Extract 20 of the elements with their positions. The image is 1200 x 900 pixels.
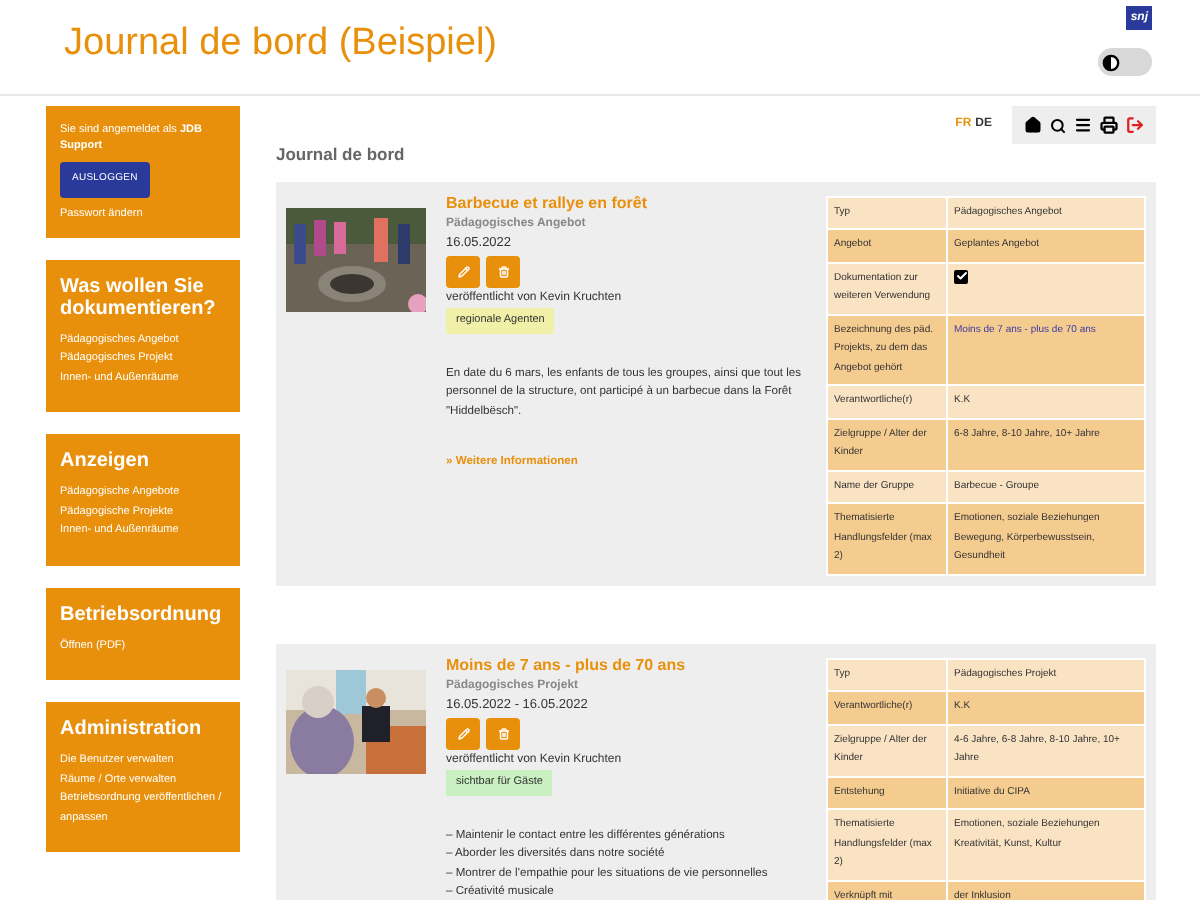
- pencil-icon: [457, 727, 469, 740]
- trash-icon: [497, 727, 509, 740]
- home-icon[interactable]: [1024, 116, 1042, 134]
- trash-icon: [497, 265, 509, 278]
- entry-title[interactable]: Barbecue et rallye en forêt: [446, 191, 806, 214]
- panel-heading: Anzeigen: [60, 450, 151, 473]
- entry-title[interactable]: Moins de 7 ans - plus de 70 ans: [446, 653, 806, 676]
- panel-heading: Administration: [60, 718, 204, 741]
- print-icon[interactable]: [1100, 116, 1118, 134]
- page-heading: Journal de bord: [276, 142, 407, 168]
- contrast-icon: [1102, 53, 1120, 71]
- panel-heading: Was wollen Sie dokumentieren?: [60, 275, 218, 320]
- panel-heading: Betriebsordnung: [60, 603, 224, 626]
- logout-icon[interactable]: [1126, 116, 1144, 134]
- pencil-icon: [457, 265, 469, 278]
- search-icon[interactable]: [1050, 117, 1066, 133]
- checkbox[interactable]: [954, 269, 968, 284]
- menu-icon[interactable]: [1074, 116, 1092, 134]
- dark-mode-toggle[interactable]: [1098, 48, 1152, 76]
- site-title: Journal de bord (Beispiel): [64, 20, 498, 69]
